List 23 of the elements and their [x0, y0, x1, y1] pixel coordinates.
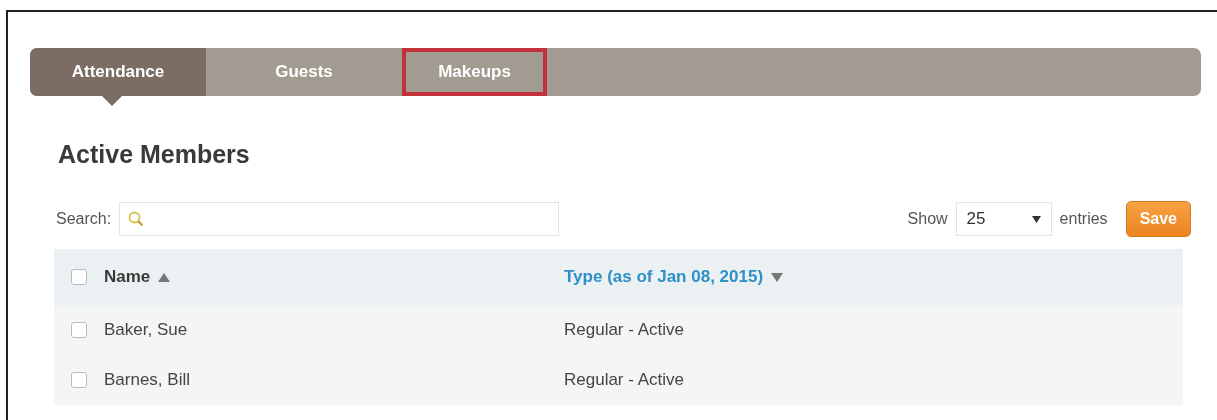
column-title: Name: [104, 267, 151, 287]
column-header[interactable]: Name: [104, 267, 564, 287]
active-tab-pointer: [102, 96, 122, 106]
table-cell-text: Barnes, Bill: [104, 370, 191, 390]
row-checkbox[interactable]: [71, 372, 87, 388]
row-checkbox[interactable]: [71, 322, 87, 338]
select-all-checkbox[interactable]: [71, 269, 87, 285]
column-title: Type (as of Jan 08, 2015): [564, 267, 764, 287]
dropdown-caret-icon: [1031, 215, 1041, 223]
entries-dropdown[interactable]: 25: [955, 202, 1052, 236]
show-label: Show: [907, 210, 948, 228]
section-heading: Active Members: [58, 140, 251, 169]
save-button[interactable]: Save: [1125, 201, 1191, 237]
table-cell-text: Baker, Sue: [104, 320, 189, 340]
table-cell-text: Regular - Active: [564, 320, 685, 340]
search-icon: [128, 211, 145, 227]
search-label: Search:: [56, 210, 112, 228]
column-header[interactable]: Type (as of Jan 08, 2015): [564, 267, 1183, 287]
tab[interactable]: Makeups: [402, 48, 547, 96]
tab[interactable]: Guests: [206, 48, 402, 96]
table-cell-text: Regular - Active: [564, 370, 685, 390]
entries-label: entries: [1059, 210, 1108, 228]
search-field[interactable]: [119, 202, 560, 236]
